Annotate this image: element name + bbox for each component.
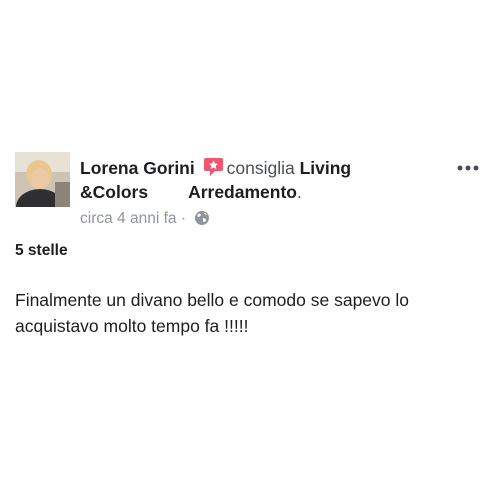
recommendation-icon: [203, 157, 224, 177]
review-body: Finalmente un divano bello e comodo se s…: [15, 290, 409, 336]
post-meta: circa 4 anni fa ·: [80, 208, 210, 230]
review-post: Lorena Gorini consiglia Living &Colors Ar…: [0, 0, 500, 500]
post-header: Lorena Gorini consiglia Living &Colors Ar…: [80, 156, 450, 204]
page-name-part2[interactable]: &Colors: [80, 182, 148, 202]
timestamp[interactable]: circa 4 anni fa: [80, 210, 177, 227]
page-name-part3[interactable]: Arredamento: [188, 182, 297, 202]
globe-icon[interactable]: [194, 210, 210, 226]
recommends-text: consiglia: [226, 158, 295, 178]
author-name[interactable]: Lorena Gorini: [80, 158, 195, 178]
more-options-icon[interactable]: [455, 160, 483, 176]
avatar[interactable]: [15, 152, 70, 207]
rating-label: 5 stelle: [15, 242, 68, 259]
page-name-part1[interactable]: Living: [300, 158, 352, 178]
meta-separator: ·: [180, 210, 186, 227]
page-name-suffix: .: [296, 182, 302, 202]
